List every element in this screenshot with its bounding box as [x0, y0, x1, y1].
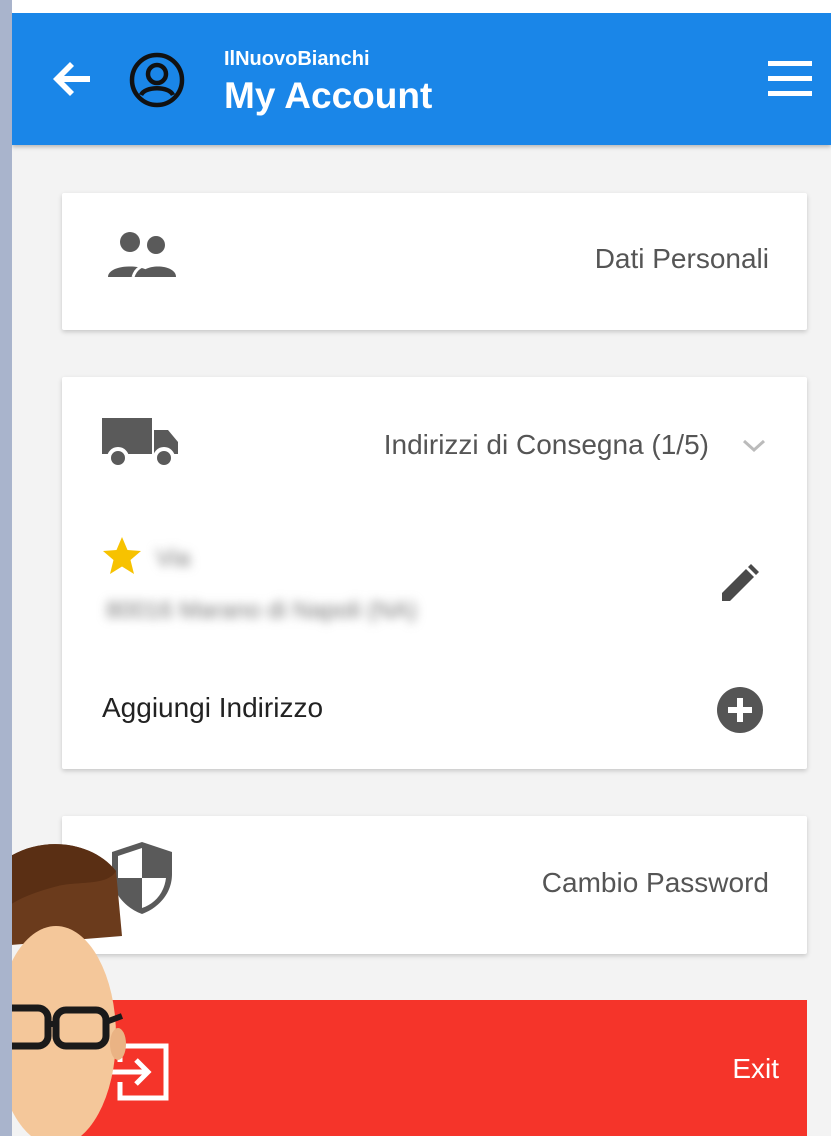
personal-data-label: Dati Personali [594, 243, 769, 274]
add-address-label[interactable]: Aggiungi Indirizzo [102, 692, 323, 724]
top-border-strip [12, 0, 831, 13]
addresses-card: Indirizzi di Consegna (1/5) Via 80016 Ma… [62, 377, 807, 769]
chevron-down-icon[interactable] [740, 437, 768, 460]
pencil-icon[interactable] [714, 561, 762, 614]
addresses-label[interactable]: Indirizzi di Consegna (1/5) [384, 429, 709, 461]
left-border-strip [0, 0, 12, 1136]
arrow-left-icon [53, 62, 90, 96]
plus-circle-icon[interactable] [716, 686, 764, 739]
menu-button[interactable] [764, 55, 816, 103]
personal-data-card[interactable]: Dati Personali [62, 193, 807, 330]
star-icon [100, 535, 144, 582]
truck-icon [100, 414, 182, 475]
hamburger-menu-icon [768, 61, 812, 96]
address-line-2: 80016 Marano di Napoli (NA) [106, 597, 417, 624]
people-icon [106, 229, 178, 286]
app-screen: IlNuovoBianchi My Account Dati Personali [12, 13, 831, 1136]
app-header: IlNuovoBianchi My Account [12, 13, 831, 145]
app-name: IlNuovoBianchi [224, 48, 370, 70]
exit-label: Exit [732, 1053, 779, 1084]
account-circle-icon[interactable] [128, 51, 186, 109]
page-title: My Account [224, 75, 433, 116]
exit-button[interactable]: Exit [62, 1000, 807, 1136]
change-password-label: Cambio Password [541, 867, 769, 898]
back-button[interactable] [50, 57, 94, 101]
change-password-card[interactable]: Cambio Password [62, 816, 807, 954]
decorative-character-image [12, 826, 138, 1136]
address-line-1: Via [156, 545, 191, 572]
